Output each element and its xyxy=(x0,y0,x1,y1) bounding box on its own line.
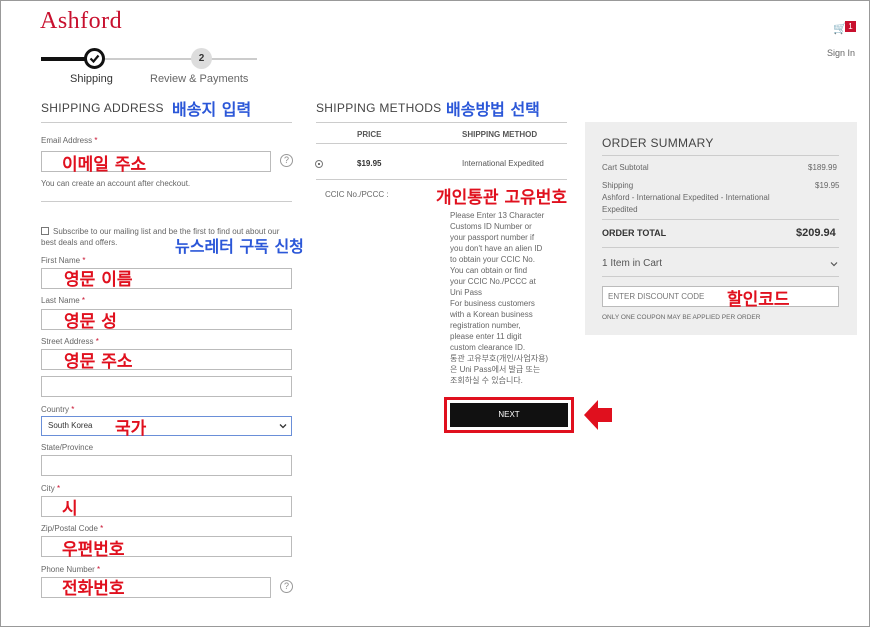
summary-divider xyxy=(602,155,839,156)
subscribe-annotation: 뉴스레터 구독 신청 xyxy=(175,237,304,256)
order-total-value: $209.94 xyxy=(796,227,836,239)
state-label: State/Province xyxy=(41,443,94,452)
methods-row-divider xyxy=(316,179,567,180)
items-in-cart-toggle[interactable]: 1 Item in Cart xyxy=(602,258,662,269)
email-hint: You can create an account after checkout… xyxy=(41,179,191,188)
shipping-address-title: SHIPPING ADDRESS xyxy=(41,101,164,115)
step-shipping-label: Shipping xyxy=(70,73,113,85)
discount-annotation: 할인코드 xyxy=(727,290,790,310)
subtotal-label: Cart Subtotal xyxy=(602,163,649,172)
first-name-label: First Name * xyxy=(41,256,86,265)
street-address-input-2[interactable] xyxy=(41,376,292,397)
country-annotation: 국가 xyxy=(115,419,147,439)
shipping-price: $19.95 xyxy=(357,159,382,168)
section-divider xyxy=(41,122,292,123)
methods-header-divider xyxy=(316,143,567,144)
cart-count-badge: 1 xyxy=(845,21,856,32)
price-column-header: PRICE xyxy=(357,130,382,139)
last-name-annotation: 영문 성 xyxy=(64,312,117,332)
progress-track xyxy=(95,58,257,60)
shipping-detail: Ashford - International Expedited - Inte… xyxy=(602,193,770,214)
last-name-label: Last Name * xyxy=(41,296,86,305)
city-label: City * xyxy=(41,484,61,493)
phone-help-icon[interactable]: ? xyxy=(280,580,293,593)
shipping-methods-annotation: 배송방법 선택 xyxy=(446,100,540,119)
country-value: South Korea xyxy=(48,421,93,430)
step-shipping-check xyxy=(84,48,105,69)
shipping-method-radio[interactable] xyxy=(315,160,323,168)
zip-label: Zip/Postal Code * xyxy=(41,524,104,533)
order-summary-title: ORDER SUMMARY xyxy=(602,136,714,150)
phone-label: Phone Number * xyxy=(41,565,101,574)
street-address-annotation: 영문 주소 xyxy=(64,352,133,372)
method-column-header: SHIPPING METHOD xyxy=(462,130,538,139)
email-label: Email Address * xyxy=(41,136,98,145)
shipping-label: Shipping xyxy=(602,181,634,190)
summary-items-divider xyxy=(602,247,839,248)
first-name-annotation: 영문 이름 xyxy=(64,270,133,290)
ccic-label: CCIC No./PCCC : xyxy=(325,190,389,199)
shipping-value: $19.95 xyxy=(815,181,840,190)
ccic-help-text: Please Enter 13 Character Customs ID Num… xyxy=(450,211,549,385)
chevron-down-icon[interactable] xyxy=(830,260,838,268)
methods-divider xyxy=(316,122,567,123)
shipping-address-annotation: 배송지 입력 xyxy=(172,100,252,119)
discount-code-placeholder: ENTER DISCOUNT CODE xyxy=(608,292,705,301)
sign-in-link[interactable]: Sign In xyxy=(827,48,855,58)
email-help-icon[interactable]: ? xyxy=(280,154,293,167)
phone-annotation: 전화번호 xyxy=(62,579,125,599)
email-divider xyxy=(41,201,292,202)
country-label: Country * xyxy=(41,405,75,414)
country-select[interactable]: South Korea xyxy=(41,416,292,436)
arrow-left-icon xyxy=(584,400,612,430)
summary-discount-divider xyxy=(602,276,839,277)
street-address-label: Street Address * xyxy=(41,337,99,346)
zip-annotation: 우편번호 xyxy=(62,540,125,560)
city-input[interactable] xyxy=(41,496,292,517)
subtotal-value: $189.99 xyxy=(808,163,837,172)
ccic-annotation: 개인통관 고유번호 xyxy=(436,188,568,208)
chevron-down-icon[interactable] xyxy=(279,422,287,430)
coupon-note: ONLY ONE COUPON MAY BE APPLIED PER ORDER xyxy=(602,314,761,321)
shipping-methods-title: SHIPPING METHODS xyxy=(316,101,442,115)
email-annotation: 이메일 주소 xyxy=(62,155,147,175)
step-review-label[interactable]: Review & Payments xyxy=(150,73,248,85)
shipping-method-name: International Expedited xyxy=(462,159,544,168)
summary-total-divider xyxy=(602,219,839,220)
order-total-label: ORDER TOTAL xyxy=(602,228,667,238)
step-review-number[interactable]: 2 xyxy=(191,48,212,69)
check-icon xyxy=(89,54,100,64)
city-annotation: 시 xyxy=(62,499,78,519)
state-input[interactable] xyxy=(41,455,292,476)
next-button[interactable]: NEXT xyxy=(450,403,568,427)
ashford-logo[interactable]: Ashford xyxy=(40,8,122,35)
